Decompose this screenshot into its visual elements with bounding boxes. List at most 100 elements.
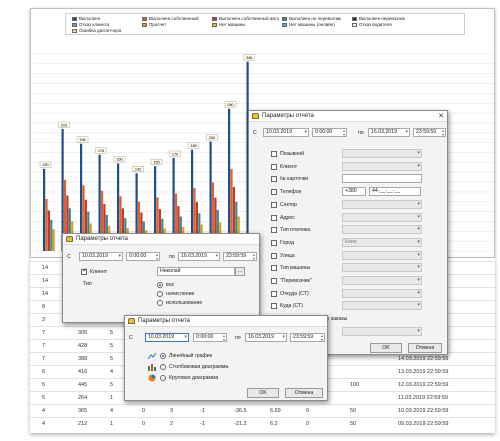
client-lookup-button[interactable]: … <box>235 267 245 276</box>
table-cell: -1 <box>200 421 205 427</box>
legend-label: Выполнен <box>79 16 101 21</box>
filter-checkbox[interactable] <box>271 265 277 272</box>
filter-checkbox[interactable] <box>271 214 277 221</box>
legend-item: Отказ водителя <box>352 22 392 27</box>
filter-field[interactable]: ▾ <box>342 263 422 273</box>
svg-text:160: 160 <box>116 158 122 162</box>
client-field[interactable]: Николай <box>157 267 235 276</box>
filter-checkbox[interactable] <box>271 239 277 246</box>
from-time-field[interactable]: 0:00:00 ▴ ▾ <box>126 252 160 261</box>
table-cell: 3 <box>42 317 46 323</box>
legend-swatch <box>282 22 287 27</box>
type-radio-label: использование <box>166 300 203 306</box>
filter-checkbox[interactable] <box>271 303 277 310</box>
filter-checkbox[interactable] <box>271 163 277 170</box>
svg-text:185: 185 <box>190 144 196 148</box>
to-time-field[interactable]: 23:59:59 ▴ ▾ <box>223 252 257 261</box>
to-date-field[interactable]: 16.03.2019 ▾ <box>368 128 410 137</box>
to-date-field[interactable]: 16.03.2019 ▾ <box>178 252 220 261</box>
table-cell: 50 <box>350 421 357 427</box>
chart-type-radio[interactable] <box>160 353 166 359</box>
filter-label: Откуда (СТ) <box>280 290 309 297</box>
filter-field[interactable]: ▾ <box>342 301 422 311</box>
type-radio[interactable] <box>157 291 163 297</box>
type-label: Тип <box>83 281 92 287</box>
filter-label: Город <box>280 239 295 246</box>
table-row: 4 365 4 0 3 -1 -36.5 6.69 0 50 10.03.2019 22:59:59 <box>30 404 495 417</box>
filter-checkbox[interactable] <box>271 176 277 183</box>
filter-checkbox[interactable] <box>271 227 277 234</box>
filter-field[interactable] <box>342 174 422 184</box>
dialog-title-bar: Параметры отчета <box>63 234 259 245</box>
filter-field[interactable]: ▾ <box>342 225 422 235</box>
phone-field[interactable]: 44-__-__-__ <box>369 187 421 197</box>
filter-field[interactable]: Киев ▾ <box>342 237 422 247</box>
from-time-field[interactable]: 0:00:00 ▴ ▾ <box>193 333 227 342</box>
data-label: 160 <box>113 156 126 163</box>
chart-type-label: Круговая диаграмма <box>169 375 219 381</box>
table-cell: 5 <box>110 356 114 362</box>
filter-field[interactable]: ▾ <box>342 288 422 298</box>
type-radio-label: все <box>166 282 175 288</box>
filter-label: Позывной <box>280 151 305 157</box>
chart-legend: Выполнен Выполнен собственный Выполнен соб… <box>65 13 465 35</box>
client-params-dialog: Параметры отчета С 10.03.2019 ▾ 0:00:00 ▴ ▾… <box>62 233 260 323</box>
legend-item: Выполнен перевозчик <box>352 16 405 21</box>
table-cell: 305 <box>78 330 88 336</box>
legend-label: Просчет <box>149 22 167 27</box>
filter-checkbox[interactable] <box>271 252 277 259</box>
filter-checkbox[interactable] <box>271 290 277 297</box>
from-date-field[interactable]: 10.03.2019 ▾ <box>263 128 309 137</box>
table-cell: 2 <box>170 421 174 427</box>
table-row: 4 212 1 0 2 -1 -21.2 6.2 0 50 09.03.2019 22:59:59 <box>30 417 495 430</box>
filter-field[interactable]: ▾ <box>342 326 422 336</box>
svg-text:223: 223 <box>61 123 67 127</box>
chart-type-radio[interactable] <box>160 364 166 370</box>
filter-field[interactable]: ▾ <box>342 212 422 222</box>
filter-checkbox[interactable] <box>271 189 277 196</box>
to-time-field[interactable]: 23:59:59 ▴ ▾ <box>290 333 325 342</box>
legend-swatch <box>72 16 77 21</box>
legend-item: Просчет <box>142 22 166 27</box>
filter-field[interactable]: ▾ <box>342 199 422 209</box>
table-cell: 50 <box>350 408 357 414</box>
chart-type-radio[interactable] <box>160 375 166 381</box>
filter-field[interactable]: ▾ <box>342 250 422 260</box>
legend-item: Отказ клиента <box>72 22 109 27</box>
pie-chart-icon <box>148 374 156 382</box>
data-label: 150 <box>39 161 52 168</box>
table-cell: 388 <box>78 356 88 362</box>
to-time-field[interactable]: 23:59:59 ▴ ▾ <box>413 128 446 137</box>
to-date-field[interactable]: 16.03.2019 ▾ <box>245 333 287 342</box>
svg-text:155: 155 <box>153 160 159 164</box>
cancel-button[interactable]: Отмена <box>408 343 442 353</box>
legend-label: Отказ водителя <box>359 22 392 27</box>
from-label: С <box>67 254 71 260</box>
chart-type-label: Столбиковая диаграмма <box>169 364 229 370</box>
filter-field[interactable]: ▾ <box>342 161 422 171</box>
filter-checkbox[interactable] <box>271 151 277 157</box>
cancel-button[interactable]: Отмена <box>285 388 323 398</box>
type-radio[interactable] <box>157 300 163 306</box>
client-checkbox[interactable] <box>81 267 87 275</box>
table-cell: 3 <box>170 408 174 414</box>
from-date-field[interactable]: 10.03.2019 ▾ <box>145 333 189 342</box>
close-icon[interactable]: ✕ <box>438 111 444 122</box>
from-time-field[interactable]: 0:00:00 ▴ ▾ <box>312 128 347 137</box>
legend-label: Выполнен собственный авто <box>219 16 280 21</box>
ok-button[interactable]: OK <box>247 388 279 398</box>
type-radio[interactable] <box>157 282 163 288</box>
table-cell: 14.03.2019 22:59:59 <box>398 356 449 362</box>
table-cell: 5 <box>42 382 46 388</box>
client-label: Клиент <box>90 269 108 275</box>
filter-field[interactable]: ▾ <box>342 276 422 285</box>
app-icon <box>128 318 135 324</box>
filter-checkbox[interactable] <box>271 278 277 284</box>
ok-button[interactable]: OK <box>370 343 402 353</box>
bar <box>228 108 231 251</box>
filter-field[interactable]: ▾ <box>342 149 422 158</box>
to-label: по <box>358 130 364 136</box>
phone-prefix-field[interactable]: +380 <box>342 187 366 197</box>
filter-checkbox[interactable] <box>271 201 277 208</box>
from-date-field[interactable]: 10.03.2019 ▾ <box>79 252 123 261</box>
